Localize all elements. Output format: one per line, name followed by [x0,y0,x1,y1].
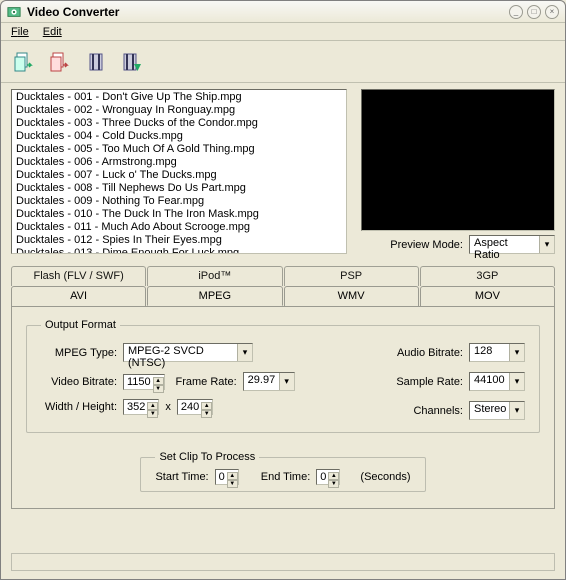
width-spinner[interactable]: 352 ▲▼ [123,401,159,413]
mpeg-type-label: MPEG Type: [41,347,123,359]
clip-unit: (Seconds) [360,471,410,483]
minimize-button[interactable]: _ [509,5,523,19]
channels-label: Channels: [389,405,469,417]
list-item[interactable]: Ducktales - 010 - The Duck In The Iron M… [13,208,345,221]
tab-avi[interactable]: AVI [11,286,146,306]
list-item[interactable]: Ducktales - 012 - Spies In Their Eyes.mp… [13,234,345,247]
file-list[interactable]: Ducktales - 001 - Don't Give Up The Ship… [11,89,347,254]
add-files-button[interactable] [9,47,39,77]
output-format-group: Output Format MPEG Type: MPEG-2 SVCD (NT… [26,319,540,433]
remove-icon [85,51,107,73]
frame-rate-select[interactable]: 29.97 [243,372,295,391]
status-bar [11,553,555,571]
app-window: Video Converter _ □ × File Edit Ducktale… [0,0,566,580]
menubar: File Edit [1,23,565,41]
list-item[interactable]: Ducktales - 002 - Wronguay In Ronguay.mp… [13,104,345,117]
wh-separator: x [159,401,177,413]
list-item[interactable]: Ducktales - 004 - Cold Ducks.mpg [13,130,345,143]
video-bitrate-label: Video Bitrate: [41,376,123,388]
end-time-spinner[interactable]: 0 ▲▼ [316,471,340,483]
convert-icon [121,51,143,73]
audio-bitrate-label: Audio Bitrate: [389,347,469,359]
app-icon [7,5,21,19]
start-time-spinner[interactable]: 0 ▲▼ [215,471,239,483]
titlebar[interactable]: Video Converter _ □ × [1,1,565,23]
tab-ipod-[interactable]: iPod™ [147,266,282,286]
list-item[interactable]: Ducktales - 011 - Much Ado About Scrooge… [13,221,345,234]
list-item[interactable]: Ducktales - 001 - Don't Give Up The Ship… [13,91,345,104]
menu-edit[interactable]: Edit [37,25,68,39]
menu-file[interactable]: File [5,25,35,39]
add-folder-button[interactable] [45,47,75,77]
list-item[interactable]: Ducktales - 005 - Too Much Of A Gold Thi… [13,143,345,156]
maximize-button[interactable]: □ [527,5,541,19]
frame-rate-label: Frame Rate: [173,376,243,388]
sample-rate-label: Sample Rate: [389,376,469,388]
preview-pane [361,89,555,231]
height-spinner[interactable]: 240 ▲▼ [177,401,213,413]
mpeg-type-select[interactable]: MPEG-2 SVCD (NTSC) [123,343,253,362]
add-folder-icon [49,51,71,73]
start-time-label: Start Time: [155,471,208,483]
add-files-icon [13,51,35,73]
end-time-label: End Time: [261,471,311,483]
tab-psp[interactable]: PSP [284,266,419,286]
video-bitrate-spinner[interactable]: 1150 ▲▼ [123,376,165,388]
output-format-legend: Output Format [41,319,120,331]
tab-mov[interactable]: MOV [420,286,555,306]
channels-select[interactable]: Stereo [469,401,525,420]
preview-mode-label: Preview Mode: [390,239,463,251]
toolbar [1,41,565,83]
tab-3gp[interactable]: 3GP [420,266,555,286]
close-button[interactable]: × [545,5,559,19]
clip-group: Set Clip To Process Start Time: 0 ▲▼ End… [140,451,425,492]
list-item[interactable]: Ducktales - 008 - Till Nephews Do Us Par… [13,182,345,195]
tab-wmv[interactable]: WMV [284,286,419,306]
window-title: Video Converter [27,5,509,19]
list-item[interactable]: Ducktales - 007 - Luck o' The Ducks.mpg [13,169,345,182]
list-item[interactable]: Ducktales - 003 - Three Ducks of the Con… [13,117,345,130]
width-height-label: Width / Height: [41,401,123,413]
preview-mode-select[interactable]: Aspect Ratio [469,235,555,254]
tab-flash-flv-swf-[interactable]: Flash (FLV / SWF) [11,266,146,286]
tab-mpeg[interactable]: MPEG [147,286,282,306]
convert-button[interactable] [117,47,147,77]
list-item[interactable]: Ducktales - 009 - Nothing To Fear.mpg [13,195,345,208]
list-item[interactable]: Ducktales - 006 - Armstrong.mpg [13,156,345,169]
sample-rate-select[interactable]: 44100 [469,372,525,391]
clip-legend: Set Clip To Process [155,451,259,463]
audio-bitrate-select[interactable]: 128 [469,343,525,362]
remove-button[interactable] [81,47,111,77]
list-item[interactable]: Ducktales - 013 - Dime Enough For Luck.m… [13,247,345,254]
tab-panel: Output Format MPEG Type: MPEG-2 SVCD (NT… [11,306,555,509]
